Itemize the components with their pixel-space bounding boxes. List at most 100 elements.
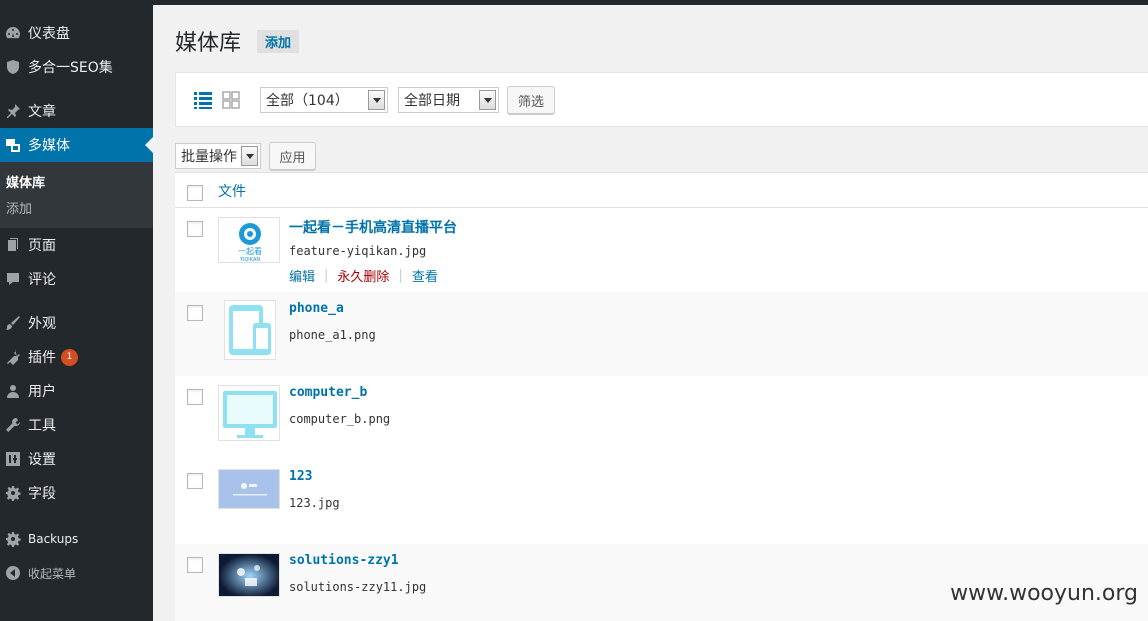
- media-table: 文件 一起看 YIQIKAN 一起看－手机高清直播平台 feature-yiqi…: [175, 172, 1148, 621]
- thumbnail-yiqikan[interactable]: 一起看 YIQIKAN: [218, 217, 280, 263]
- page-title: 媒体库: [175, 31, 242, 56]
- view-link[interactable]: 查看: [412, 266, 438, 285]
- sidebar-item-plugins[interactable]: 插件 1: [0, 340, 153, 374]
- wrench-icon: [4, 416, 22, 434]
- grid-view-icon[interactable]: [221, 90, 241, 110]
- media-filename: feature-yiqikan.jpg: [289, 244, 427, 258]
- chevron-down-icon: [241, 146, 258, 166]
- thumbnail-dark-photo[interactable]: [218, 553, 280, 597]
- thumbnail-yiqikan-subtext: YIQIKAN: [239, 257, 261, 263]
- date-filter-select[interactable]: 全部日期: [398, 87, 499, 113]
- row-checkbox[interactable]: [187, 305, 203, 321]
- media-submenu: 媒体库 添加: [0, 162, 153, 228]
- sidebar-item-label: 多合一SEO集: [28, 60, 113, 76]
- chevron-down-icon: [479, 90, 496, 110]
- collapse-icon: [4, 564, 22, 582]
- media-title-link[interactable]: 123: [289, 469, 312, 484]
- select-all-checkbox[interactable]: [187, 185, 203, 201]
- table-row: computer_b computer_b.png: [175, 376, 1148, 460]
- sidebar-item-media[interactable]: 多媒体: [0, 128, 153, 162]
- media-toolbar: 全部（104） 全部日期 筛选: [175, 72, 1148, 127]
- sidebar-item-label: 工具: [28, 418, 56, 434]
- bulk-action-value: 批量操作: [181, 149, 237, 165]
- row-actions: 编辑 | 永久删除 | 查看: [289, 266, 438, 285]
- media-filename: phone_a1.png: [289, 328, 376, 342]
- sidebar-item-label: Backups: [28, 532, 79, 546]
- media-icon: [4, 136, 22, 154]
- sidebar-item-label: 字段: [28, 486, 56, 502]
- sidebar-item-label: 多媒体: [28, 138, 70, 154]
- plugin-icon: [4, 348, 22, 366]
- media-title-link[interactable]: phone_a: [289, 301, 344, 316]
- sidebar-item-dashboard[interactable]: 仪表盘: [0, 16, 153, 50]
- sidebar-item-label: 用户: [28, 384, 56, 400]
- sidebar-item-backups[interactable]: Backups: [0, 522, 153, 556]
- sidebar-item-label: 页面: [28, 238, 56, 254]
- sidebar-item-label: 评论: [28, 272, 56, 288]
- gear-icon: [4, 530, 22, 548]
- submenu-item-library[interactable]: 媒体库: [0, 168, 153, 194]
- settings-icon: [4, 450, 22, 468]
- main-content: 媒体库 添加 全部（104） 全部日期 筛选 批量操作 应用 文件 一起看 YI…: [153, 5, 1148, 621]
- list-view-icon[interactable]: [193, 90, 213, 110]
- column-header-file[interactable]: 文件: [218, 181, 246, 201]
- table-header: 文件: [175, 173, 1148, 208]
- sidebar-item-fields[interactable]: 字段: [0, 476, 153, 510]
- sidebar-item-label: 收起菜单: [28, 566, 77, 581]
- media-title-link[interactable]: computer_b: [289, 385, 367, 400]
- thumbnail-computer[interactable]: [218, 385, 280, 441]
- sidebar-item-appearance[interactable]: 外观: [0, 306, 153, 340]
- row-checkbox[interactable]: [187, 389, 203, 405]
- pin-icon: [4, 102, 22, 120]
- delete-permanently-link[interactable]: 永久删除: [337, 266, 389, 285]
- type-filter-value: 全部（104）: [266, 93, 349, 109]
- table-row: 123 123.jpg: [175, 460, 1148, 544]
- media-filename: computer_b.png: [289, 412, 391, 426]
- edit-link[interactable]: 编辑: [289, 266, 315, 285]
- thumbnail-blue-banner[interactable]: [218, 469, 280, 509]
- thumbnail-phone[interactable]: [224, 300, 276, 360]
- admin-sidebar: 仪表盘 多合一SEO集 文章 多媒体 媒体库 添加 页面 评论 外观 插件 1 …: [0, 5, 153, 621]
- sidebar-item-posts[interactable]: 文章: [0, 94, 153, 128]
- update-count-badge: 1: [61, 348, 78, 366]
- watermark: www.wooyun.org: [950, 581, 1138, 606]
- collapse-menu-button[interactable]: 收起菜单: [0, 556, 153, 590]
- submenu-item-add[interactable]: 添加: [0, 194, 153, 220]
- sidebar-item-label: 仪表盘: [28, 26, 70, 42]
- type-filter-select[interactable]: 全部（104）: [260, 87, 388, 113]
- sidebar-item-pages[interactable]: 页面: [0, 228, 153, 262]
- sidebar-item-label: 外观: [28, 316, 56, 332]
- chevron-down-icon: [368, 90, 385, 110]
- filter-button[interactable]: 筛选: [507, 86, 555, 114]
- date-filter-value: 全部日期: [404, 93, 460, 109]
- sidebar-item-comments[interactable]: 评论: [0, 262, 153, 296]
- shield-icon: [4, 58, 22, 76]
- sidebar-item-seo[interactable]: 多合一SEO集: [0, 50, 153, 84]
- user-icon: [4, 382, 22, 400]
- media-title-link[interactable]: 一起看－手机高清直播平台: [289, 217, 457, 237]
- row-checkbox[interactable]: [187, 221, 203, 237]
- media-filename: 123.jpg: [289, 496, 340, 510]
- apply-button[interactable]: 应用: [269, 142, 316, 170]
- page-icon: [4, 236, 22, 254]
- media-title-link[interactable]: solutions-zzy1: [289, 553, 399, 568]
- dashboard-icon: [4, 24, 22, 42]
- add-new-button[interactable]: 添加: [257, 29, 300, 53]
- brush-icon: [4, 314, 22, 332]
- sidebar-item-settings[interactable]: 设置: [0, 442, 153, 476]
- bulk-action-select[interactable]: 批量操作: [175, 143, 261, 169]
- table-row: phone_a phone_a1.png: [175, 292, 1148, 376]
- sidebar-item-tools[interactable]: 工具: [0, 408, 153, 442]
- table-row: 一起看 YIQIKAN 一起看－手机高清直播平台 feature-yiqikan…: [175, 208, 1148, 292]
- separator: |: [398, 268, 403, 283]
- row-checkbox[interactable]: [187, 557, 203, 573]
- sidebar-item-label: 设置: [28, 452, 56, 468]
- media-filename: solutions-zzy11.jpg: [289, 580, 427, 594]
- sidebar-item-label: 插件: [28, 350, 56, 366]
- gear-icon: [4, 484, 22, 502]
- comment-icon: [4, 270, 22, 288]
- row-checkbox[interactable]: [187, 473, 203, 489]
- thumbnail-yiqikan-text: 一起看: [238, 247, 262, 256]
- sidebar-item-users[interactable]: 用户: [0, 374, 153, 408]
- separator: |: [324, 268, 329, 283]
